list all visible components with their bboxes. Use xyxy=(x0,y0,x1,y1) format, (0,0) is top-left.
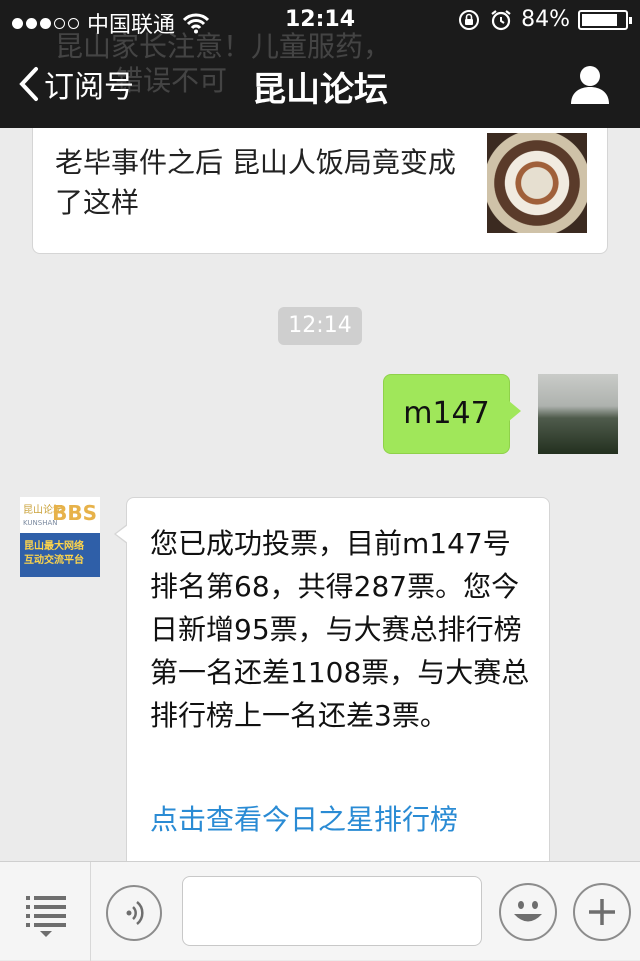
leaderboard-link[interactable]: 点击查看今日之星排行榜 xyxy=(150,798,458,838)
input-divider xyxy=(90,862,91,961)
sender-avatar[interactable]: 昆山论坛 BBS KUNSHAN 昆山最大网络 互动交流平台 xyxy=(20,497,100,577)
sent-message-bubble[interactable]: m147 xyxy=(383,374,521,454)
timestamp-pill: 12:14 xyxy=(278,307,362,345)
page-title: 昆山论坛 xyxy=(252,70,388,110)
article-thumbnail xyxy=(487,133,587,233)
battery-fill xyxy=(582,13,618,26)
plus-icon xyxy=(589,899,615,925)
status-right: 84% xyxy=(457,7,632,32)
battery-percent: 84% xyxy=(521,7,570,32)
avatar-logo-top: 昆山论坛 BBS KUNSHAN xyxy=(20,497,100,533)
article-card[interactable]: 老毕事件之后 昆山人饭局竟变成了这样 xyxy=(32,110,608,254)
article-title: 老毕事件之后 昆山人饭局竟变成了这样 xyxy=(55,146,456,219)
received-message-bubble[interactable]: 您已成功投票，目前m147号排名第68，共得287票。您今日新增95票，与大赛总… xyxy=(114,497,550,877)
alarm-icon xyxy=(491,9,511,30)
orientation-lock-icon xyxy=(459,9,480,30)
nav-bar: 订阅号 昆山论坛 xyxy=(0,40,640,128)
avatar-logo-bottom: 昆山最大网络 互动交流平台 xyxy=(20,533,100,577)
plus-button[interactable] xyxy=(573,883,631,941)
emoji-button[interactable] xyxy=(499,883,557,941)
received-message-text: 您已成功投票，目前m147号排名第68，共得287票。您今日新增95票，与大赛总… xyxy=(150,527,530,732)
emoji-icon xyxy=(514,901,542,922)
profile-icon[interactable] xyxy=(568,62,612,106)
voice-button[interactable] xyxy=(106,885,162,941)
input-bar xyxy=(0,861,640,961)
status-bar: 中国联通 12:14 84% xyxy=(0,0,640,40)
battery-icon xyxy=(578,9,632,30)
message-input[interactable] xyxy=(182,876,482,946)
menu-icon[interactable] xyxy=(20,890,72,938)
top-bar: 中国联通 12:14 84% 订阅号 昆山论坛 xyxy=(0,0,640,128)
my-avatar[interactable] xyxy=(538,374,618,454)
voice-icon xyxy=(126,901,144,925)
